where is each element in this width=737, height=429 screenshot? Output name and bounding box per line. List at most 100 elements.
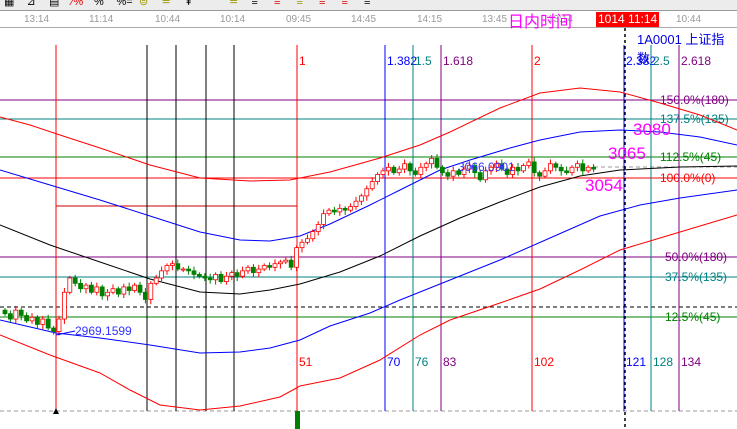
- candle-body: [186, 268, 192, 272]
- candle-body: [261, 265, 267, 270]
- candle-body: [331, 209, 337, 213]
- pen-icon[interactable]: ⇞: [184, 0, 193, 8]
- candle-body: [315, 224, 321, 232]
- fib-time-bottom-label: 83: [443, 355, 457, 369]
- time-tick: 11:14: [89, 14, 114, 25]
- candle-body: [418, 166, 424, 175]
- candle-body: [580, 163, 586, 172]
- candle-body: [72, 277, 78, 284]
- candle-body: [364, 188, 370, 197]
- chart-icon[interactable]: ▤: [49, 0, 59, 8]
- coin-line-icon[interactable]: ≘: [162, 0, 171, 8]
- candle-body: [348, 206, 354, 211]
- lines-red3-icon[interactable]: ≡: [342, 0, 348, 8]
- candle-body: [558, 166, 564, 172]
- security-title: 1A0001 上证指数: [637, 32, 725, 66]
- candle-body: [288, 259, 294, 268]
- candle-body: [434, 157, 440, 168]
- candle-body: [445, 172, 451, 177]
- candles: [2, 154, 596, 336]
- fib-time-bottom-label: 134: [681, 355, 701, 369]
- candle-body: [548, 163, 553, 172]
- candle-body: [342, 207, 348, 211]
- candle-body: [137, 284, 143, 293]
- candle-body: [18, 309, 24, 316]
- coin-circle-icon[interactable]: ⊜: [139, 0, 148, 8]
- candle-body: [294, 247, 300, 268]
- time-tick: 14:45: [351, 14, 377, 25]
- table-icon[interactable]: ▦: [4, 0, 14, 8]
- time-tick: 14:15: [417, 14, 443, 25]
- candle-body: [94, 286, 100, 293]
- candle-body: [24, 315, 30, 322]
- candle-body: [267, 265, 273, 268]
- candle-body: [402, 163, 408, 170]
- candle-body: [51, 327, 56, 332]
- candle-body: [213, 274, 219, 281]
- candle-body: [299, 241, 305, 249]
- fib-time-bottom-label: 102: [534, 355, 554, 369]
- lines-icon[interactable]: ≡: [252, 0, 258, 8]
- upper-outer-band: [0, 87, 737, 182]
- candle-body: [429, 157, 435, 165]
- candle-body: [2, 309, 8, 315]
- toolbar: ▦ ⊿ ▤ ⁄%% %= ⊜ ≘ ⇞ ⌒ ≘ ≡ ≡ ≡ ≡ ≡ ≡: [0, 0, 737, 11]
- candle-body: [310, 231, 316, 240]
- candle-body: [450, 170, 456, 177]
- fib-time-top-label: 2: [534, 54, 541, 68]
- candle-body: [153, 277, 159, 284]
- lower-outer-band: [0, 214, 737, 411]
- candle-body: [89, 284, 94, 293]
- candle-body: [218, 274, 224, 282]
- candle-body: [126, 286, 132, 291]
- fib-time-top-label: 1.618: [443, 54, 473, 68]
- candle-body: [304, 238, 310, 243]
- candle-body: [531, 161, 537, 174]
- lines-red-icon[interactable]: ≡: [274, 0, 280, 8]
- fib-time-bottom-label: 70: [387, 355, 401, 369]
- fib-level-label: 37.5%(135): [665, 270, 727, 284]
- candle-body: [537, 172, 542, 177]
- candle-body: [358, 195, 364, 202]
- lines-red2-icon[interactable]: ≡: [319, 0, 325, 8]
- coin-icon[interactable]: ≘: [229, 0, 238, 8]
- candle-body: [353, 200, 359, 207]
- candlestick-chart[interactable]: 150.0%(180) 1 37.5%(135) 112.5%(45) 100.0%(0…: [0, 0, 737, 429]
- candle-body: [407, 163, 413, 172]
- fib-level-label: 150.0%(180): [660, 93, 729, 107]
- candle-body: [196, 274, 202, 277]
- lines-yellow-icon[interactable]: ≡: [297, 0, 303, 8]
- candle-body: [283, 259, 289, 263]
- candle-body: [585, 166, 591, 172]
- candle-body: [229, 272, 235, 277]
- candle-body: [105, 291, 110, 297]
- candle-body: [116, 288, 121, 295]
- percent-line-icon[interactable]: %=: [117, 0, 133, 8]
- draw-icon[interactable]: ⊿: [27, 0, 36, 8]
- candle-body: [521, 165, 526, 172]
- candle-body: [180, 268, 186, 271]
- percent-icon[interactable]: %: [94, 0, 104, 8]
- candle-body: [62, 291, 67, 320]
- lines-last-icon[interactable]: ≡: [364, 0, 370, 8]
- price-label-3065: 3065: [608, 144, 646, 163]
- candle-body: [375, 174, 381, 182]
- candle-body: [391, 166, 397, 174]
- candle-body: [439, 166, 445, 174]
- fib-time-bottom-label: 51: [299, 355, 313, 369]
- fib-time-bottom-label: 76: [415, 355, 429, 369]
- fib-level-label: 12.5%(45): [665, 310, 720, 324]
- candle-body: [40, 318, 46, 325]
- time-tick: 10:14: [220, 14, 246, 25]
- candle-body: [423, 163, 429, 168]
- time-tick: 10:44: [676, 14, 702, 25]
- curve-icon[interactable]: ⌒: [207, 0, 218, 8]
- candle-body: [164, 265, 170, 272]
- candle-body: [175, 263, 181, 270]
- candle-body: [564, 170, 569, 174]
- percent-red-icon[interactable]: ⁄%: [72, 0, 84, 8]
- candle-body: [526, 161, 532, 166]
- candle-body: [148, 282, 154, 300]
- time-tick: 09:45: [286, 14, 312, 25]
- price-label-3054: 3054: [585, 176, 623, 195]
